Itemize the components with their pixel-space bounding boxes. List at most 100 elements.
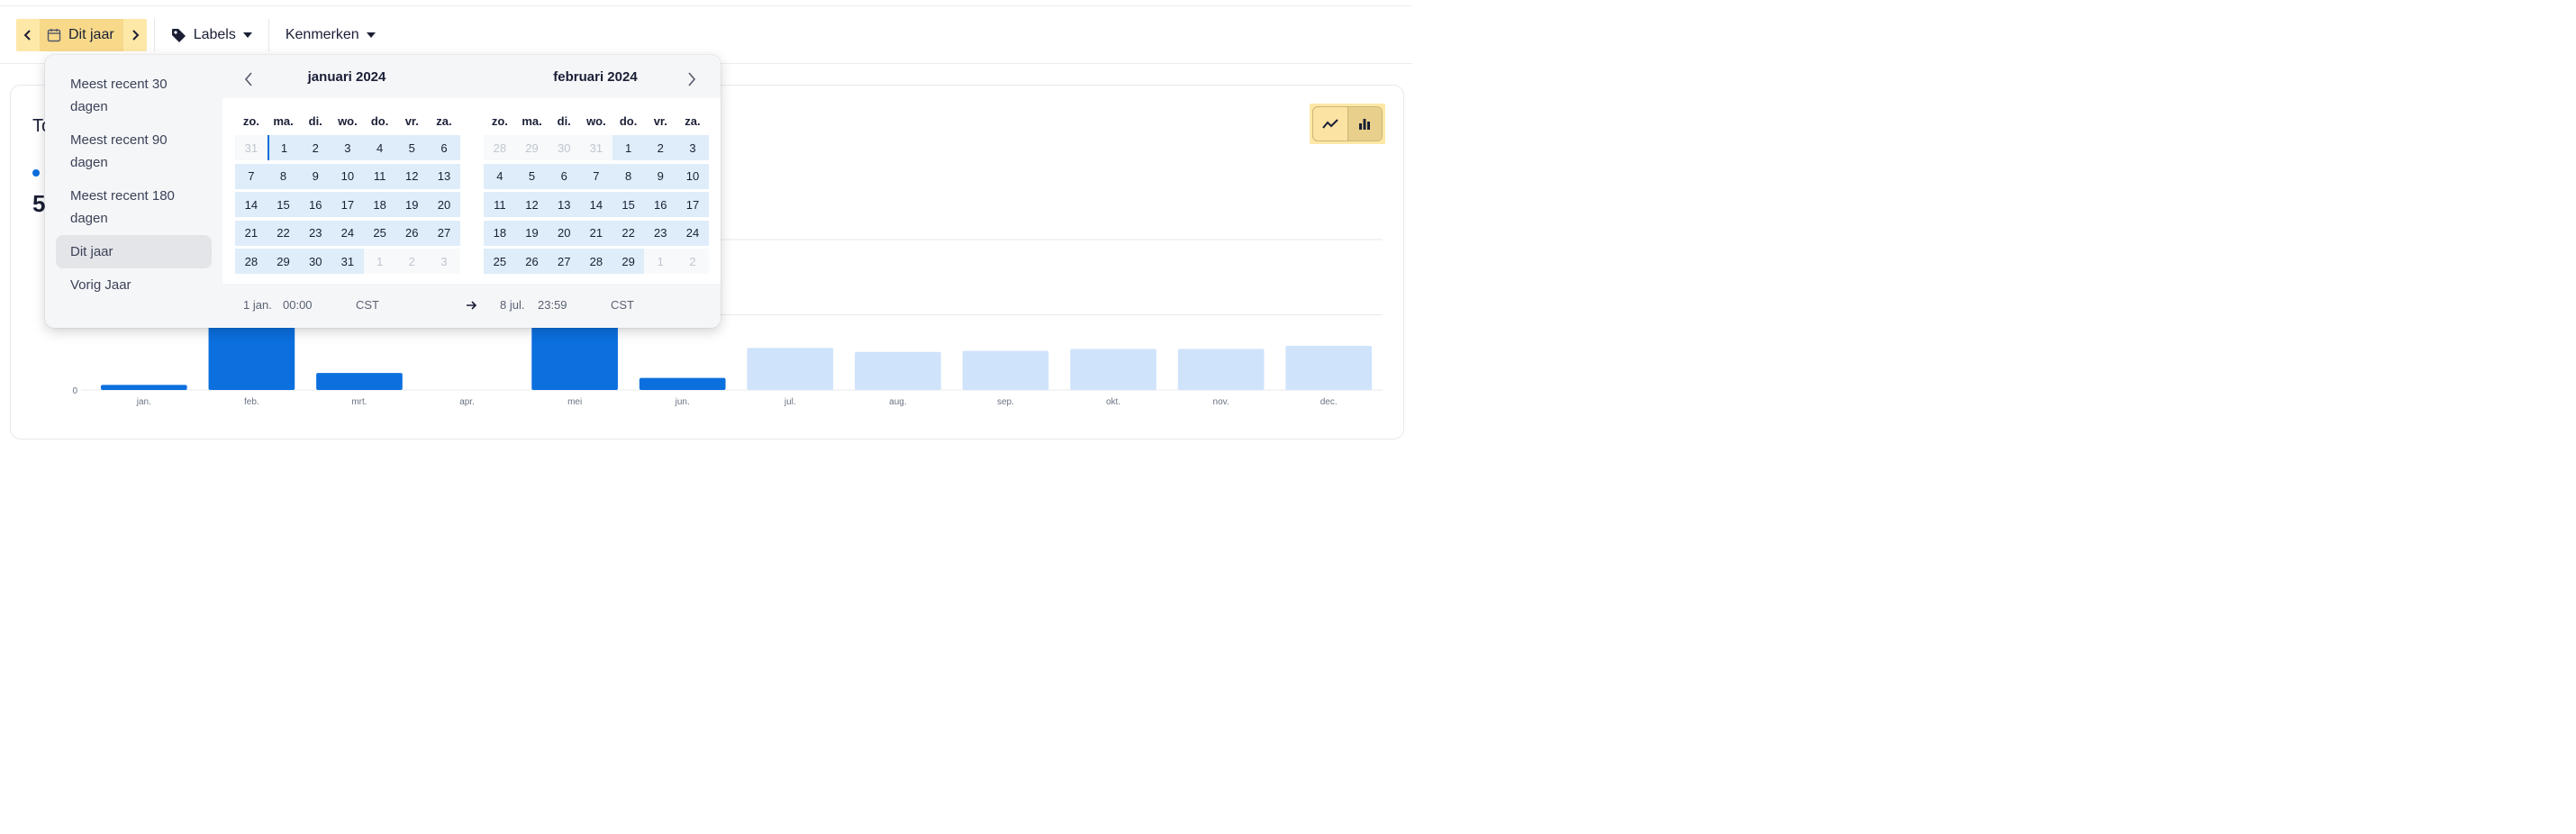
calendar-day[interactable]: 3 bbox=[676, 135, 709, 160]
calendar-day[interactable]: 7 bbox=[580, 163, 612, 189]
calendar-day[interactable]: 26 bbox=[515, 249, 549, 275]
calendar-day[interactable]: 10 bbox=[331, 163, 364, 189]
preset-item[interactable]: Meest recent 90 dagen bbox=[56, 123, 212, 179]
calendar-day[interactable]: 4 bbox=[484, 163, 516, 189]
bar-chart-button[interactable] bbox=[1347, 107, 1382, 141]
start-time[interactable]: 00:00 bbox=[283, 298, 313, 312]
kenmerken-dropdown[interactable]: Kenmerken bbox=[277, 19, 385, 51]
calendar-day[interactable]: 28 bbox=[235, 249, 268, 275]
calendar-day[interactable]: 31 bbox=[331, 249, 364, 275]
calendar-day[interactable]: 22 bbox=[267, 220, 300, 246]
bar-7[interactable] bbox=[855, 351, 941, 390]
calendar-day[interactable]: 20 bbox=[548, 220, 581, 246]
calendar-day[interactable]: 2 bbox=[395, 249, 429, 275]
calendar-day[interactable]: 24 bbox=[331, 220, 364, 246]
end-date[interactable]: 8 jul. bbox=[500, 298, 524, 312]
calendar-day[interactable]: 17 bbox=[676, 192, 709, 218]
calendar-day[interactable]: 30 bbox=[299, 249, 332, 275]
calendar-day[interactable]: 8 bbox=[267, 163, 300, 189]
bar-8[interactable] bbox=[962, 350, 1049, 390]
calendar-day[interactable]: 24 bbox=[676, 220, 709, 246]
calendar-day[interactable]: 17 bbox=[331, 192, 364, 218]
calendar-day[interactable]: 8 bbox=[612, 163, 645, 189]
calendar-day[interactable]: 7 bbox=[235, 163, 268, 189]
calendar-day[interactable]: 3 bbox=[428, 249, 460, 275]
calendar-day[interactable]: 1 bbox=[363, 249, 396, 275]
calendar-day[interactable]: 13 bbox=[548, 192, 581, 218]
calendar-day[interactable]: 16 bbox=[644, 192, 677, 218]
calendar-day[interactable]: 11 bbox=[363, 163, 396, 189]
calendar-day[interactable]: 30 bbox=[548, 135, 581, 160]
preset-item[interactable]: Dit jaar bbox=[56, 235, 212, 268]
calendar-day[interactable]: 27 bbox=[428, 220, 460, 246]
calendar-day[interactable]: 1 bbox=[644, 249, 677, 275]
calendar-day[interactable]: 25 bbox=[363, 220, 396, 246]
preset-item[interactable]: Meest recent 30 dagen bbox=[56, 68, 212, 123]
calendar-day[interactable]: 29 bbox=[612, 249, 645, 275]
start-date[interactable]: 1 jan. bbox=[243, 298, 272, 312]
calendar-day[interactable]: 25 bbox=[484, 249, 516, 275]
calendar-day[interactable]: 28 bbox=[484, 135, 516, 160]
date-range-button[interactable]: Dit jaar bbox=[40, 19, 123, 51]
calendar-day[interactable]: 6 bbox=[428, 135, 460, 160]
labels-dropdown[interactable]: Labels bbox=[162, 19, 261, 51]
calendar-day[interactable]: 9 bbox=[299, 163, 332, 189]
calendar-day[interactable]: 22 bbox=[612, 220, 645, 246]
calendar-day[interactable]: 15 bbox=[267, 192, 300, 218]
bar-11[interactable] bbox=[1285, 346, 1373, 390]
next-month-button[interactable] bbox=[682, 69, 702, 89]
chevron-left-icon bbox=[23, 30, 31, 41]
calendar-day[interactable]: 4 bbox=[363, 135, 396, 160]
calendar-day[interactable]: 3 bbox=[331, 135, 364, 160]
bar-2[interactable] bbox=[316, 373, 403, 390]
next-period-button[interactable] bbox=[123, 19, 147, 51]
calendar-day[interactable]: 5 bbox=[395, 135, 429, 160]
calendar-day[interactable]: 23 bbox=[299, 220, 332, 246]
calendar-day[interactable]: 6 bbox=[548, 163, 581, 189]
calendar-day[interactable]: 14 bbox=[235, 192, 268, 218]
calendar-day[interactable]: 1 bbox=[267, 135, 300, 160]
preset-item[interactable]: Vorig Jaar bbox=[56, 268, 212, 302]
bar-6[interactable] bbox=[747, 348, 834, 390]
previous-period-button[interactable] bbox=[16, 19, 40, 51]
calendar-day[interactable]: 12 bbox=[395, 163, 429, 189]
calendar-day[interactable]: 2 bbox=[299, 135, 332, 160]
calendar-day[interactable]: 31 bbox=[235, 135, 268, 160]
calendar-day[interactable]: 19 bbox=[395, 192, 429, 218]
calendar-day[interactable]: 10 bbox=[676, 163, 709, 189]
calendar-day[interactable]: 23 bbox=[644, 220, 677, 246]
calendar-day[interactable]: 28 bbox=[580, 249, 612, 275]
calendar-day[interactable]: 29 bbox=[515, 135, 549, 160]
calendar-day[interactable]: 18 bbox=[484, 220, 516, 246]
start-timezone: CST bbox=[356, 298, 379, 312]
calendar-day[interactable]: 1 bbox=[612, 135, 645, 160]
end-time[interactable]: 23:59 bbox=[538, 298, 567, 312]
calendar-day[interactable]: 11 bbox=[484, 192, 516, 218]
calendar-day[interactable]: 18 bbox=[363, 192, 396, 218]
bar-10[interactable] bbox=[1177, 349, 1265, 390]
calendar-day[interactable]: 27 bbox=[548, 249, 581, 275]
calendar-day[interactable]: 13 bbox=[428, 163, 460, 189]
calendar-day[interactable]: 14 bbox=[580, 192, 612, 218]
calendar-day[interactable]: 26 bbox=[395, 220, 429, 246]
preset-item[interactable]: Meest recent 180 dagen bbox=[56, 179, 212, 235]
calendar-day[interactable]: 21 bbox=[580, 220, 612, 246]
calendar-day[interactable]: 16 bbox=[299, 192, 332, 218]
calendar-day[interactable]: 5 bbox=[515, 163, 549, 189]
calendar-day[interactable]: 19 bbox=[515, 220, 549, 246]
calendar-day[interactable]: 9 bbox=[644, 163, 677, 189]
bar-9[interactable] bbox=[1070, 349, 1156, 390]
bar-5[interactable] bbox=[639, 377, 726, 390]
calendar-day[interactable]: 2 bbox=[676, 249, 709, 275]
calendar-day[interactable]: 31 bbox=[580, 135, 612, 160]
bar-0[interactable] bbox=[100, 385, 187, 390]
calendar-day[interactable]: 15 bbox=[612, 192, 645, 218]
calendar-day[interactable]: 2 bbox=[644, 135, 677, 160]
calendar-day[interactable]: 21 bbox=[235, 220, 268, 246]
line-chart-button[interactable] bbox=[1313, 107, 1347, 141]
calendar-day[interactable]: 12 bbox=[515, 192, 549, 218]
calendar-day[interactable]: 20 bbox=[428, 192, 460, 218]
month-title-january: januari 2024 bbox=[307, 69, 386, 85]
prev-month-button[interactable] bbox=[239, 69, 259, 89]
calendar-day[interactable]: 29 bbox=[267, 249, 300, 275]
